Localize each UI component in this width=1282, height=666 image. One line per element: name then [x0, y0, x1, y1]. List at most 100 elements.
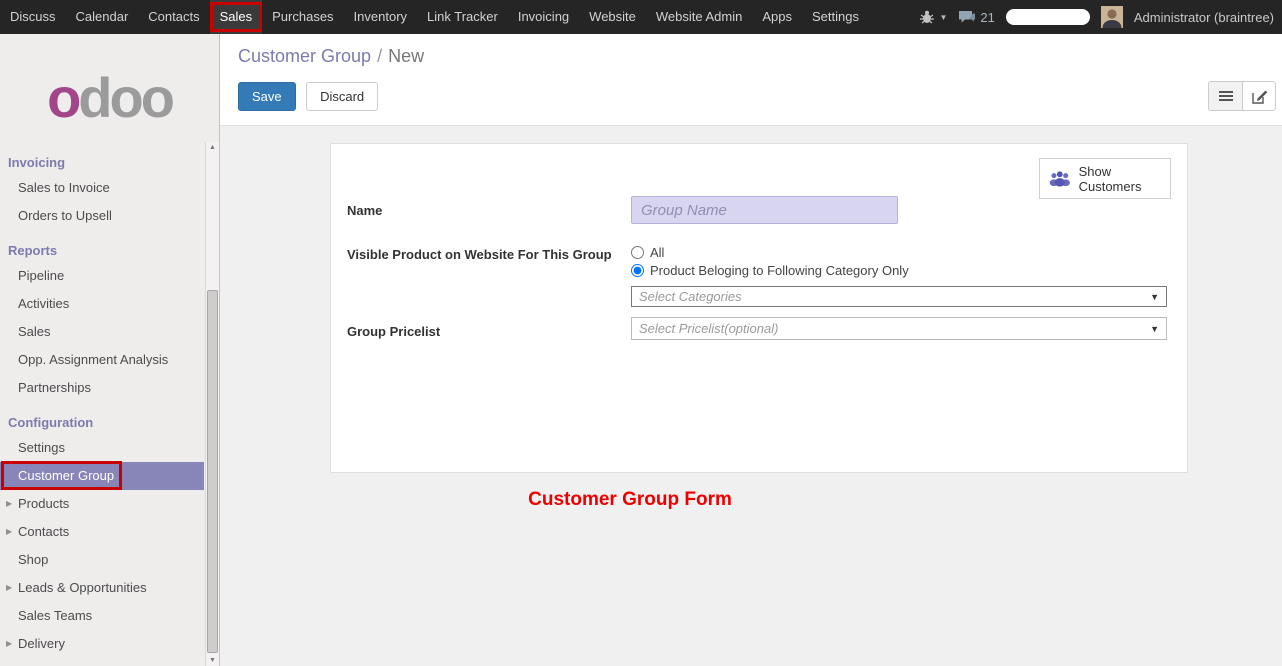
- sidebar-item-shop[interactable]: Shop: [0, 546, 204, 574]
- nav-item-apps[interactable]: Apps: [752, 0, 802, 34]
- sidebar-section-reports: Reports Pipeline Activities Sales Opp. A…: [0, 238, 204, 402]
- scroll-up-icon[interactable]: ▲: [209, 144, 216, 151]
- sidebar-item-sales-to-invoice[interactable]: Sales to Invoice: [0, 174, 204, 202]
- section-title: Reports: [0, 238, 204, 262]
- breadcrumb-current: New: [388, 46, 424, 66]
- list-icon: [1219, 90, 1233, 102]
- nav-item-invoicing[interactable]: Invoicing: [508, 0, 579, 34]
- caret-down-icon: ▼: [939, 13, 947, 22]
- radio-category-only[interactable]: [631, 264, 644, 277]
- sidebar-item-label: Customer Group: [18, 468, 114, 483]
- sidebar-item-opp-assignment-analysis[interactable]: Opp. Assignment Analysis: [0, 346, 204, 374]
- nav-item-sales[interactable]: Sales: [210, 0, 263, 34]
- user-avatar[interactable]: [1101, 6, 1123, 28]
- section-title: Configuration: [0, 410, 204, 434]
- pricelist-label: Group Pricelist: [347, 317, 631, 339]
- sidebar-item-leads-opportunities[interactable]: ▶ Leads & Opportunities: [0, 574, 204, 602]
- sidebar-item-activities[interactable]: Activities: [0, 290, 204, 318]
- list-view-button[interactable]: [1208, 81, 1242, 111]
- customer-group-form: Show Customers Name Visible Product on W…: [330, 143, 1188, 473]
- expand-arrow-icon: ▶: [6, 490, 12, 518]
- logo-letter: o: [110, 65, 141, 130]
- caret-down-icon: ▼: [1150, 324, 1159, 334]
- bug-icon: [919, 10, 935, 24]
- expand-arrow-icon: ▶: [6, 630, 12, 658]
- sidebar-item-delivery[interactable]: ▶ Delivery: [0, 630, 204, 658]
- sidebar-item-settings[interactable]: Settings: [0, 434, 204, 462]
- sidebar-menu: Invoicing Sales to Invoice Orders to Ups…: [0, 150, 204, 666]
- radio-all[interactable]: [631, 246, 644, 259]
- sidebar-item-customer-group[interactable]: Customer Group: [0, 462, 204, 490]
- show-customers-label: Show Customers: [1079, 164, 1162, 194]
- nav-item-calendar[interactable]: Calendar: [66, 0, 139, 34]
- group-name-input[interactable]: [631, 196, 898, 224]
- section-title: Invoicing: [0, 150, 204, 174]
- nav-item-inventory[interactable]: Inventory: [344, 0, 417, 34]
- sidebar-item-orders-to-upsell[interactable]: Orders to Upsell: [0, 202, 204, 230]
- sidebar-item-partnerships[interactable]: Partnerships: [0, 374, 204, 402]
- expand-arrow-icon: ▶: [6, 574, 12, 602]
- radio-option-category-only[interactable]: Product Beloging to Following Category O…: [631, 261, 1167, 279]
- discard-button[interactable]: Discard: [306, 82, 378, 111]
- nav-item-website-admin[interactable]: Website Admin: [646, 0, 752, 34]
- user-menu[interactable]: Administrator (braintree): [1134, 10, 1274, 25]
- visibility-options: All Product Beloging to Following Catego…: [631, 240, 1167, 307]
- sidebar-item-sales-teams[interactable]: Sales Teams: [0, 602, 204, 630]
- expand-arrow-icon: ▶: [6, 518, 12, 546]
- form-view-button[interactable]: [1242, 81, 1276, 111]
- chat-bubble-icon: [958, 10, 976, 24]
- nav-item-link-tracker[interactable]: Link Tracker: [417, 0, 508, 34]
- field-row-pricelist: Group Pricelist Select Pricelist(optiona…: [347, 317, 1167, 340]
- radio-label: Product Beloging to Following Category O…: [650, 263, 909, 278]
- nav-item-website[interactable]: Website: [579, 0, 646, 34]
- sidebar-section-configuration: Configuration Settings Customer Group ▶ …: [0, 410, 204, 658]
- nav-item-contacts[interactable]: Contacts: [138, 0, 209, 34]
- scrollbar-thumb[interactable]: [207, 290, 218, 653]
- app-menu: Discuss Calendar Contacts Sales Purchase…: [0, 0, 869, 34]
- top-navbar: Discuss Calendar Contacts Sales Purchase…: [0, 0, 1282, 34]
- radio-label: All: [650, 245, 664, 260]
- control-panel-row: Save Discard: [238, 81, 1276, 111]
- systray-pill[interactable]: [1006, 9, 1090, 25]
- pricelist-select[interactable]: Select Pricelist(optional) ▼: [631, 317, 1167, 340]
- sidebar-item-label: Delivery: [18, 636, 65, 651]
- show-customers-button[interactable]: Show Customers: [1039, 158, 1171, 199]
- view-switcher: [1208, 81, 1276, 111]
- form-fields: Name Visible Product on Website For This…: [347, 196, 1167, 356]
- visibility-label: Visible Product on Website For This Grou…: [347, 240, 631, 262]
- sidebar-item-contacts[interactable]: ▶ Contacts: [0, 518, 204, 546]
- categories-select[interactable]: Select Categories ▼: [631, 286, 1167, 307]
- sidebar-item-label: Products: [18, 496, 69, 511]
- pricelist-placeholder: Select Pricelist(optional): [639, 321, 778, 336]
- logo-letter: d: [78, 65, 109, 130]
- logo-letter: o: [47, 65, 78, 130]
- nav-item-settings[interactable]: Settings: [802, 0, 869, 34]
- breadcrumb-customer-group[interactable]: Customer Group: [238, 46, 371, 66]
- breadcrumb: Customer Group/New: [238, 46, 1276, 67]
- name-label: Name: [347, 196, 631, 218]
- control-panel: Customer Group/New Save Discard: [220, 34, 1282, 126]
- sidebar-item-sales[interactable]: Sales: [0, 318, 204, 346]
- edit-icon: [1252, 89, 1267, 104]
- main-area: Customer Group/New Save Discard: [220, 34, 1282, 666]
- caret-down-icon: ▼: [1150, 292, 1159, 302]
- field-row-name: Name: [347, 196, 1167, 224]
- radio-option-all[interactable]: All: [631, 243, 1167, 261]
- nav-item-discuss[interactable]: Discuss: [0, 0, 66, 34]
- sidebar-item-label: Contacts: [18, 524, 69, 539]
- nav-item-purchases[interactable]: Purchases: [262, 0, 343, 34]
- nav-item-label: Sales: [220, 9, 253, 24]
- form-buttons: Save Discard: [238, 82, 378, 111]
- sidebar-item-label: Leads & Opportunities: [18, 580, 147, 595]
- odoo-logo: odoo: [0, 50, 219, 144]
- avatar-image: [1101, 6, 1123, 28]
- messages-menu[interactable]: 21: [958, 10, 994, 25]
- customers-group-icon: [1048, 168, 1072, 190]
- message-count: 21: [980, 10, 994, 25]
- sidebar-item-pipeline[interactable]: Pipeline: [0, 262, 204, 290]
- debug-menu[interactable]: ▼: [919, 10, 947, 24]
- sidebar-item-products[interactable]: ▶ Products: [0, 490, 204, 518]
- scroll-down-icon[interactable]: ▼: [209, 657, 216, 664]
- sidebar-scrollbar[interactable]: ▲ ▼: [205, 142, 219, 666]
- save-button[interactable]: Save: [238, 82, 296, 111]
